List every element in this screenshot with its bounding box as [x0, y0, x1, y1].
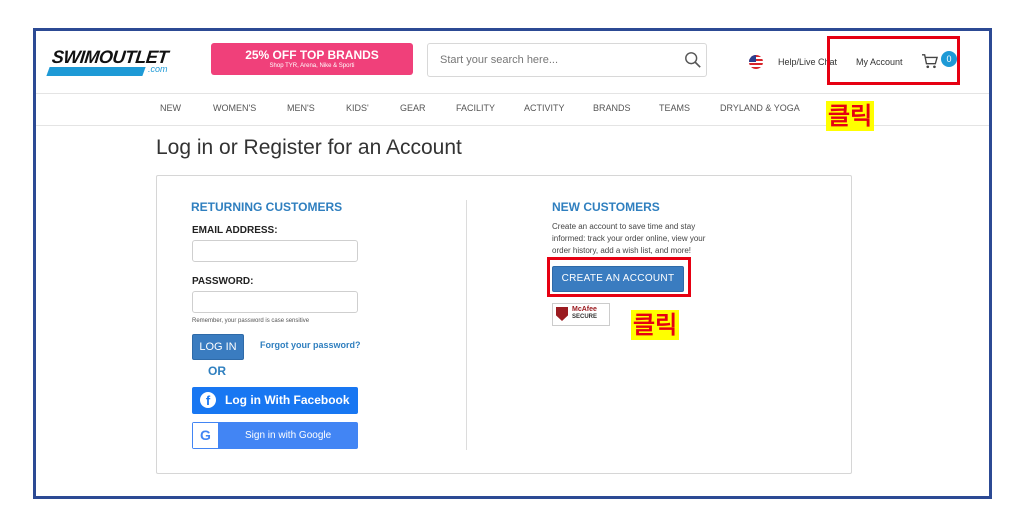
nav-item-mens[interactable]: MEN'S [287, 103, 315, 113]
promo-title: 25% OFF TOP BRANDS [245, 48, 379, 62]
google-button-label: Sign in with Google [245, 430, 332, 441]
password-label: PASSWORD: [192, 276, 254, 287]
logo-dotcom: .com [148, 64, 168, 74]
annotation-box-create-account [547, 257, 691, 297]
nav-item-new[interactable]: NEW [160, 103, 181, 113]
google-signin-button[interactable]: G Sign in with Google [192, 422, 358, 449]
nav-item-activity[interactable]: ACTIVITY [524, 103, 565, 113]
search-box [427, 43, 707, 77]
annotation-label-click-2: 클릭 [631, 310, 680, 340]
mcafee-badge-secure: SECURE [572, 314, 598, 320]
email-label: EMAIL ADDRESS: [192, 225, 278, 236]
or-separator: OR [208, 364, 226, 378]
mcafee-shield-icon [556, 307, 568, 321]
nav-item-womens[interactable]: WOMEN'S [213, 103, 256, 113]
page-title: Log in or Register for an Account [156, 136, 462, 159]
search-input[interactable] [438, 44, 672, 76]
annotation-box-my-account [827, 36, 960, 85]
nav-item-dryland-yoga[interactable]: DRYLAND & YOGA [720, 103, 800, 113]
swimoutlet-logo[interactable]: SWIMOUTLET .com [46, 47, 169, 77]
new-customers-description: Create an account to save time and stay … [552, 222, 706, 255]
nav-item-facility[interactable]: FACILITY [456, 103, 495, 113]
mcafee-secure-badge[interactable]: McAfee SECURE [552, 303, 610, 326]
new-customers-heading: NEW CUSTOMERS [552, 200, 660, 214]
password-hint: Remember, your password is case sensitiv… [192, 318, 310, 324]
nav-item-kids[interactable]: KIDS' [346, 103, 369, 113]
nav-item-gear[interactable]: GEAR [400, 103, 426, 113]
facebook-icon: f [200, 392, 216, 408]
facebook-login-button[interactable]: f Log in With Facebook [192, 387, 358, 414]
logo-underline-bar [46, 67, 146, 76]
google-icon: G [193, 423, 218, 448]
nav-item-brands[interactable]: BRANDS [593, 103, 631, 113]
promo-banner[interactable]: 25% OFF TOP BRANDS Shop TYR, Arena, Nike… [211, 43, 413, 75]
forgot-password-link[interactable]: Forgot your password? [260, 340, 361, 350]
password-field[interactable] [192, 291, 358, 313]
panel-divider [466, 200, 467, 450]
search-icon[interactable] [684, 51, 702, 69]
mcafee-badge-brand: McAfee [572, 306, 597, 313]
returning-customers-heading: RETURNING CUSTOMERS [191, 200, 343, 214]
email-field[interactable] [192, 240, 358, 262]
login-register-panel: RETURNING CUSTOMERS EMAIL ADDRESS: PASSW… [156, 175, 852, 474]
promo-subtitle: Shop TYR, Arena, Nike & Sporti [269, 63, 355, 69]
facebook-button-label: Log in With Facebook [225, 393, 350, 407]
login-button[interactable]: LOG IN [192, 334, 244, 360]
nav-item-teams[interactable]: TEAMS [659, 103, 690, 113]
us-flag-icon[interactable] [749, 55, 763, 69]
screenshot-frame: SWIMOUTLET .com 25% OFF TOP BRANDS Shop … [33, 28, 992, 499]
annotation-label-click-1: 클릭 [826, 101, 875, 131]
